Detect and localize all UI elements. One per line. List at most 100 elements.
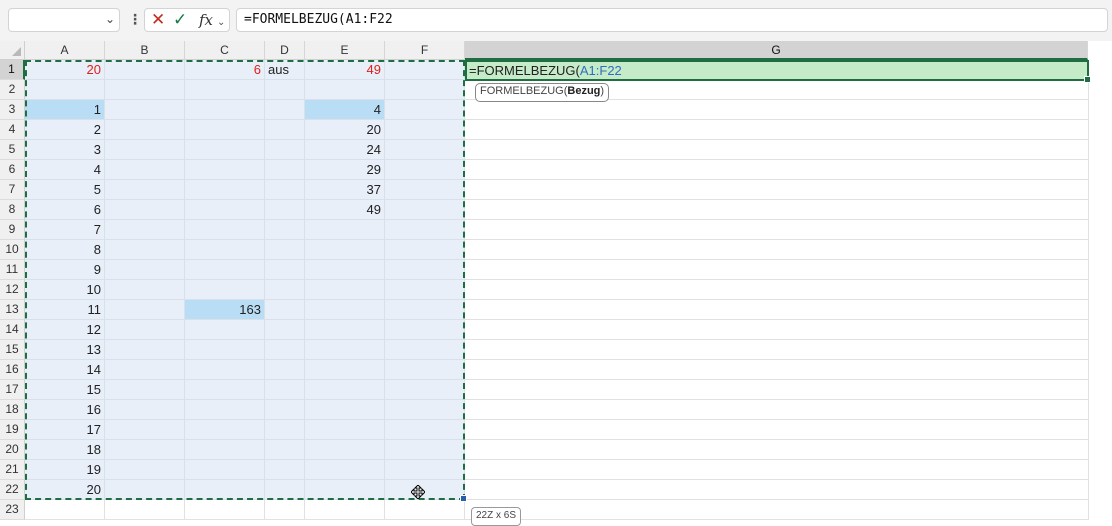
row-header-7[interactable]: 7 [0, 180, 25, 200]
formula-input[interactable]: =FORMELBEZUG(A1:F22 [236, 8, 1108, 32]
cell-c8[interactable] [185, 200, 265, 220]
row-header-12[interactable]: 12 [0, 280, 25, 300]
cell-b20[interactable] [105, 440, 185, 460]
active-cell-editor[interactable]: =FORMELBEZUG(A1:F22 [465, 60, 1091, 83]
cell-e21[interactable] [305, 460, 385, 480]
cell-f5[interactable] [385, 140, 465, 160]
cell-c6[interactable] [185, 160, 265, 180]
cell-f17[interactable] [385, 380, 465, 400]
cell-a18[interactable]: 16 [25, 400, 105, 420]
cell-d12[interactable] [265, 280, 305, 300]
cell-a17[interactable]: 15 [25, 380, 105, 400]
cell-f18[interactable] [385, 400, 465, 420]
cell-e3[interactable]: 4 [305, 100, 385, 120]
cell-g21[interactable] [465, 460, 1089, 480]
cell-d3[interactable] [265, 100, 305, 120]
cell-d16[interactable] [265, 360, 305, 380]
cell-g19[interactable] [465, 420, 1089, 440]
cell-d21[interactable] [265, 460, 305, 480]
cell-b2[interactable] [105, 80, 185, 100]
cell-e18[interactable] [305, 400, 385, 420]
cell-d5[interactable] [265, 140, 305, 160]
cell-g3[interactable] [465, 100, 1089, 120]
cell-e16[interactable] [305, 360, 385, 380]
cell-f15[interactable] [385, 340, 465, 360]
cell-d11[interactable] [265, 260, 305, 280]
cell-g17[interactable] [465, 380, 1089, 400]
cell-g12[interactable] [465, 280, 1089, 300]
column-header-g[interactable]: G [465, 41, 1088, 60]
cell-f3[interactable] [385, 100, 465, 120]
row-header-8[interactable]: 8 [0, 200, 25, 220]
cell-d4[interactable] [265, 120, 305, 140]
cell-a19[interactable]: 17 [25, 420, 105, 440]
cell-d1[interactable]: aus [265, 60, 305, 80]
chevron-down-icon[interactable]: ⌄ [105, 12, 115, 26]
cell-a10[interactable]: 8 [25, 240, 105, 260]
column-header-a[interactable]: A [25, 41, 105, 60]
row-header-6[interactable]: 6 [0, 160, 25, 180]
tooltip-argument[interactable]: Bezug [567, 85, 600, 97]
row-header-4[interactable]: 4 [0, 120, 25, 140]
cell-e22[interactable] [305, 480, 385, 500]
cell-c19[interactable] [185, 420, 265, 440]
cell-g13[interactable] [465, 300, 1089, 320]
cell-e8[interactable]: 49 [305, 200, 385, 220]
cell-a2[interactable] [25, 80, 105, 100]
cell-d14[interactable] [265, 320, 305, 340]
column-header-d[interactable]: D [265, 41, 305, 60]
cell-c22[interactable] [185, 480, 265, 500]
enter-icon[interactable]: ✓ [173, 10, 187, 30]
cell-d10[interactable] [265, 240, 305, 260]
cell-f8[interactable] [385, 200, 465, 220]
cell-d6[interactable] [265, 160, 305, 180]
cell-d8[interactable] [265, 200, 305, 220]
cell-b14[interactable] [105, 320, 185, 340]
cell-f16[interactable] [385, 360, 465, 380]
row-header-10[interactable]: 10 [0, 240, 25, 260]
row-header-14[interactable]: 14 [0, 320, 25, 340]
cell-a16[interactable]: 14 [25, 360, 105, 380]
cell-g7[interactable] [465, 180, 1089, 200]
cell-f7[interactable] [385, 180, 465, 200]
row-header-15[interactable]: 15 [0, 340, 25, 360]
cell-f12[interactable] [385, 280, 465, 300]
cell-f9[interactable] [385, 220, 465, 240]
cell-a15[interactable]: 13 [25, 340, 105, 360]
cell-a22[interactable]: 20 [25, 480, 105, 500]
cell-g9[interactable] [465, 220, 1089, 240]
tooltip-function-name[interactable]: FORMELBEZUG [480, 85, 564, 97]
insert-function-icon[interactable]: fx [199, 10, 213, 30]
cell-e1[interactable]: 49 [305, 60, 385, 80]
cell-b17[interactable] [105, 380, 185, 400]
cell-a4[interactable]: 2 [25, 120, 105, 140]
cell-e14[interactable] [305, 320, 385, 340]
cell-e5[interactable]: 24 [305, 140, 385, 160]
cell-f22[interactable] [385, 480, 465, 500]
row-header-19[interactable]: 19 [0, 420, 25, 440]
cell-c18[interactable] [185, 400, 265, 420]
cell-c13[interactable]: 163 [185, 300, 265, 320]
cell-b8[interactable] [105, 200, 185, 220]
more-options-icon[interactable]: ⋮ [128, 10, 142, 28]
cell-b23[interactable] [105, 500, 185, 520]
cell-e9[interactable] [305, 220, 385, 240]
cell-g11[interactable] [465, 260, 1089, 280]
cell-a6[interactable]: 4 [25, 160, 105, 180]
row-header-1[interactable]: 1 [0, 60, 25, 80]
cell-d7[interactable] [265, 180, 305, 200]
cell-g6[interactable] [465, 160, 1089, 180]
cell-b22[interactable] [105, 480, 185, 500]
cell-b16[interactable] [105, 360, 185, 380]
row-header-23[interactable]: 23 [0, 500, 25, 520]
cell-a8[interactable]: 6 [25, 200, 105, 220]
cell-c3[interactable] [185, 100, 265, 120]
cell-d23[interactable] [265, 500, 305, 520]
cell-e13[interactable] [305, 300, 385, 320]
column-header-e[interactable]: E [305, 41, 385, 60]
cell-f20[interactable] [385, 440, 465, 460]
cell-a11[interactable]: 9 [25, 260, 105, 280]
cell-c23[interactable] [185, 500, 265, 520]
cell-b18[interactable] [105, 400, 185, 420]
cell-b9[interactable] [105, 220, 185, 240]
